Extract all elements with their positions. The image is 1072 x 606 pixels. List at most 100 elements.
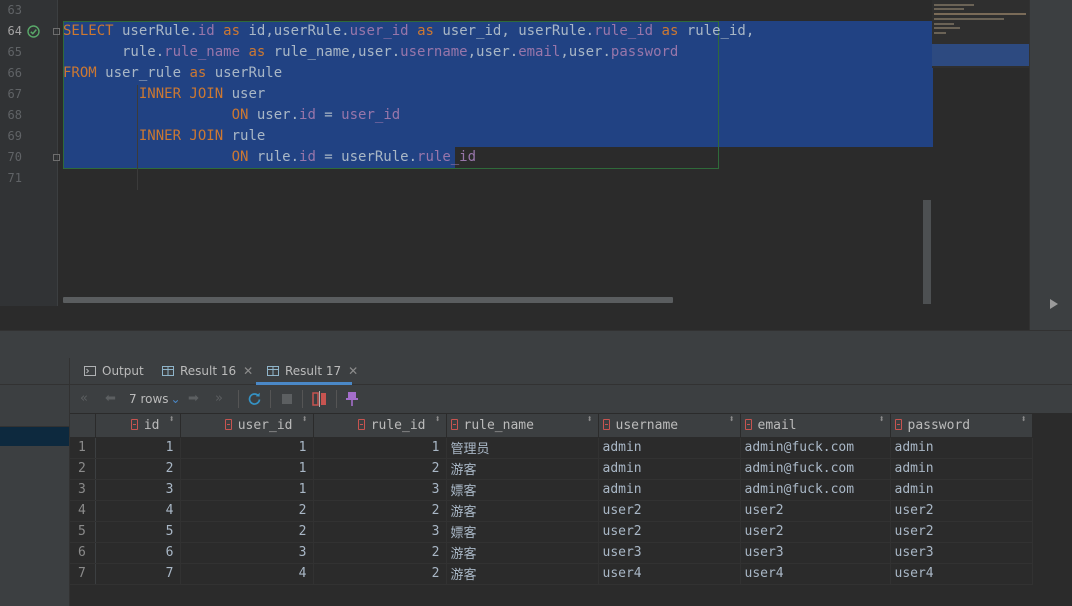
cell-user-id[interactable]: 3 <box>180 542 314 564</box>
run-icon[interactable] <box>1050 299 1058 309</box>
sort-icon[interactable]: ⬍ <box>1020 414 1026 425</box>
services-panel[interactable] <box>0 358 70 606</box>
sort-icon[interactable]: ⬍ <box>301 414 307 425</box>
table-row[interactable]: 2 2 1 2 游客 admin admin@fuck.com admin <box>70 458 1033 480</box>
cell-password[interactable]: admin <box>890 437 1033 459</box>
horizontal-scrollbar[interactable] <box>63 297 673 303</box>
code-area[interactable]: SELECT userRule.id as id,userRule.user_i… <box>63 0 933 300</box>
cell-user-id[interactable]: 1 <box>180 437 314 459</box>
cell-rule-name[interactable]: 游客 <box>446 458 599 480</box>
cell-user-id[interactable]: 1 <box>180 458 314 480</box>
row-number[interactable]: 5 <box>70 521 96 543</box>
row-number[interactable]: 1 <box>70 437 96 459</box>
result-grid[interactable]: id ⬍ user_id ⬍ rule_id ⬍ rule_name ⬍ username ⬍ em… <box>70 414 1072 606</box>
code-line[interactable]: SELECT userRule.id as id,userRule.user_i… <box>63 21 754 42</box>
tab-result-17[interactable]: Result 17 ✕ <box>267 358 358 384</box>
cell-id[interactable]: 7 <box>95 563 181 585</box>
table-row[interactable]: 5 5 2 3 嫖客 user2 user2 user2 <box>70 521 1033 543</box>
column-header-rule-name[interactable]: rule_name ⬍ <box>446 414 599 438</box>
cell-user-id[interactable]: 2 <box>180 500 314 522</box>
cell-id[interactable]: 6 <box>95 542 181 564</box>
cell-rule-id[interactable]: 1 <box>313 437 447 459</box>
cell-password[interactable]: admin <box>890 458 1033 480</box>
cell-username[interactable]: admin <box>598 437 741 459</box>
cell-username[interactable]: user4 <box>598 563 741 585</box>
cell-username[interactable]: user3 <box>598 542 741 564</box>
column-header-username[interactable]: username ⬍ <box>598 414 741 438</box>
first-page-icon[interactable]: « <box>80 391 88 406</box>
code-line[interactable]: rule.rule_name as rule_name,user.usernam… <box>63 42 678 63</box>
column-header-rule-id[interactable]: rule_id ⬍ <box>313 414 447 438</box>
cell-password[interactable]: admin <box>890 479 1033 501</box>
tab-result-16[interactable]: Result 16 ✕ <box>162 358 253 384</box>
sort-icon[interactable]: ⬍ <box>168 414 174 425</box>
sort-icon[interactable]: ⬍ <box>878 414 884 425</box>
code-line[interactable]: FROM user_rule as userRule <box>63 63 282 84</box>
cell-id[interactable]: 3 <box>95 479 181 501</box>
rows-dropdown[interactable]: 7 rows ⌄ <box>129 392 181 406</box>
code-line[interactable]: INNER JOIN rule <box>63 126 265 147</box>
cell-user-id[interactable]: 2 <box>180 521 314 543</box>
table-row[interactable]: 3 3 1 3 嫖客 admin admin@fuck.com admin <box>70 479 1033 501</box>
cell-email[interactable]: admin@fuck.com <box>740 437 891 459</box>
cell-id[interactable]: 4 <box>95 500 181 522</box>
row-number[interactable]: 6 <box>70 542 96 564</box>
close-icon[interactable]: ✕ <box>348 364 358 378</box>
cell-rule-id[interactable]: 2 <box>313 500 447 522</box>
cell-rule-id[interactable]: 3 <box>313 479 447 501</box>
cell-rule-id[interactable]: 3 <box>313 521 447 543</box>
cell-username[interactable]: user2 <box>598 500 741 522</box>
code-line[interactable]: ON user.id = user_id <box>63 105 401 126</box>
cell-password[interactable]: user2 <box>890 500 1033 522</box>
cell-rule-name[interactable]: 游客 <box>446 500 599 522</box>
last-page-icon[interactable]: » <box>215 391 223 406</box>
cell-rule-id[interactable]: 2 <box>313 542 447 564</box>
cell-id[interactable]: 2 <box>95 458 181 480</box>
sql-editor[interactable]: 63 64 65 66 67 68 69 70 71 SELECT userRu… <box>0 0 1072 330</box>
cell-email[interactable]: user4 <box>740 563 891 585</box>
cell-rule-name[interactable]: 游客 <box>446 563 599 585</box>
cell-rule-name[interactable]: 管理员 <box>446 437 599 459</box>
pin-icon[interactable] <box>346 391 358 407</box>
cell-email[interactable]: user3 <box>740 542 891 564</box>
refresh-icon[interactable] <box>247 391 262 406</box>
cell-username[interactable]: admin <box>598 479 741 501</box>
stop-icon[interactable] <box>282 394 292 404</box>
cell-email[interactable]: admin@fuck.com <box>740 458 891 480</box>
cell-rule-name[interactable]: 嫖客 <box>446 521 599 543</box>
cell-password[interactable]: user2 <box>890 521 1033 543</box>
cell-email[interactable]: user2 <box>740 521 891 543</box>
fold-end-icon[interactable] <box>53 154 60 161</box>
cell-username[interactable]: user2 <box>598 521 741 543</box>
cell-user-id[interactable]: 4 <box>180 563 314 585</box>
table-row[interactable]: 7 7 4 2 游客 user4 user4 user4 <box>70 563 1033 585</box>
code-line[interactable]: ON rule.id = userRule.rule_id <box>63 147 476 168</box>
column-header-user-id[interactable]: user_id ⬍ <box>180 414 314 438</box>
cell-rule-name[interactable]: 游客 <box>446 542 599 564</box>
cell-id[interactable]: 5 <box>95 521 181 543</box>
sort-icon[interactable]: ⬍ <box>434 414 440 425</box>
close-icon[interactable]: ✕ <box>243 364 253 378</box>
cell-rule-id[interactable]: 2 <box>313 563 447 585</box>
row-number[interactable]: 3 <box>70 479 96 501</box>
table-row[interactable]: 4 4 2 2 游客 user2 user2 user2 <box>70 500 1033 522</box>
sort-icon[interactable]: ⬍ <box>728 414 734 425</box>
panel-splitter[interactable] <box>0 330 1072 359</box>
code-line[interactable]: INNER JOIN user <box>63 84 265 105</box>
cell-email[interactable]: admin@fuck.com <box>740 479 891 501</box>
row-number[interactable]: 2 <box>70 458 96 480</box>
row-number[interactable]: 4 <box>70 500 96 522</box>
fold-start-icon[interactable] <box>53 28 60 35</box>
prev-page-icon[interactable]: ⬅ <box>105 391 116 406</box>
cell-password[interactable]: user4 <box>890 563 1033 585</box>
statement-ok-icon[interactable] <box>27 25 40 38</box>
compare-icon[interactable] <box>312 391 328 407</box>
cell-id[interactable]: 1 <box>95 437 181 459</box>
column-header-id[interactable]: id ⬍ <box>95 414 181 438</box>
vertical-scrollbar[interactable] <box>923 200 931 304</box>
table-row[interactable]: 1 1 1 1 管理员 admin admin@fuck.com admin <box>70 437 1033 459</box>
cell-user-id[interactable]: 1 <box>180 479 314 501</box>
cell-rule-id[interactable]: 2 <box>313 458 447 480</box>
column-header-email[interactable]: email ⬍ <box>740 414 891 438</box>
selected-session[interactable] <box>0 427 69 446</box>
